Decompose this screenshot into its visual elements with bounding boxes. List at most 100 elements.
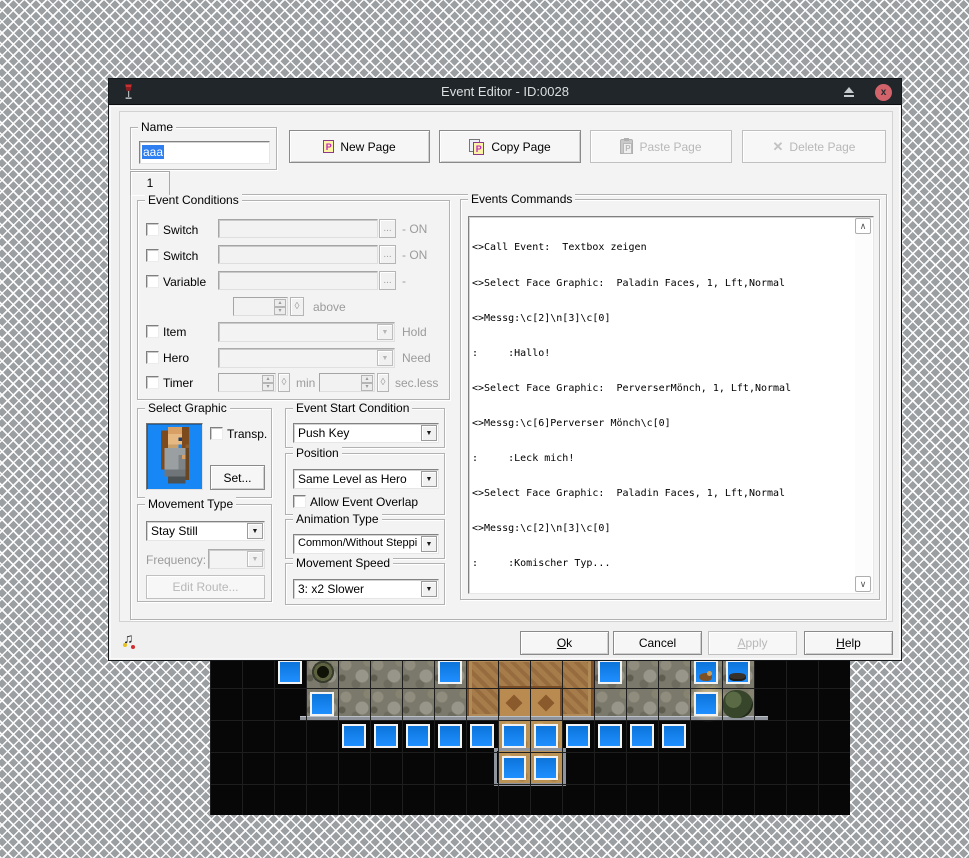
map-event-square[interactable] — [502, 724, 526, 748]
animation-type-group: Animation Type Common/Without Stepping ▼ — [285, 519, 445, 559]
combo-arrow-icon: ▼ — [247, 551, 263, 567]
help-button[interactable]: Help — [804, 631, 893, 655]
variable-field — [218, 271, 378, 290]
map-event-square[interactable] — [662, 724, 686, 748]
hero-suffix: Need — [402, 351, 431, 365]
tab-page-1[interactable]: 1 — [130, 171, 170, 195]
events-commands-list[interactable]: <>Call Event: Textbox zeigen <>Select Fa… — [468, 216, 874, 594]
timer-sec-spinner: ▴▾ — [319, 373, 375, 392]
map-event-square[interactable] — [438, 724, 462, 748]
map-event-square[interactable] — [630, 724, 654, 748]
map-event-square[interactable] — [310, 692, 334, 716]
timer-checkbox[interactable] — [146, 376, 159, 389]
map-event-square[interactable] — [598, 724, 622, 748]
map-event-square[interactable] — [534, 724, 558, 748]
new-page-label: New Page — [340, 140, 395, 154]
transparent-label: Transp. — [227, 427, 267, 441]
scroll-down-icon[interactable]: ∨ — [855, 576, 871, 592]
frequency-combo: ▼ — [208, 549, 265, 569]
variable-checkbox[interactable] — [146, 275, 159, 288]
spin-down-icon: ▾ — [274, 307, 286, 315]
variable-browse-button: ... — [379, 271, 396, 290]
movement-speed-combo[interactable]: 3: x2 Slower ▼ — [293, 579, 439, 599]
switch2-checkbox[interactable] — [146, 249, 159, 262]
timer-label: Timer — [163, 376, 193, 390]
window-title: Event Editor - ID:0028 — [109, 84, 901, 99]
map-event-square[interactable] — [566, 724, 590, 748]
combo-arrow-icon: ▼ — [377, 350, 393, 366]
map-event-square[interactable] — [278, 660, 302, 684]
apply-button: Apply — [708, 631, 797, 655]
movement-type-group: Movement Type Stay Still ▼ Frequency: ▼ … — [137, 504, 272, 602]
eject-triangle-icon[interactable] — [843, 87, 855, 97]
edit-route-button: Edit Route... — [146, 575, 265, 599]
animation-type-combo[interactable]: Common/Without Stepping ▼ — [293, 534, 439, 554]
close-icon[interactable]: x — [875, 84, 892, 101]
titlebar[interactable]: Event Editor - ID:0028 x — [109, 79, 901, 105]
allow-overlap-checkbox[interactable] — [293, 495, 306, 508]
timer-min-label: min — [296, 376, 315, 390]
music-note-icon: ♫ — [123, 630, 141, 650]
item-suffix: Hold — [402, 325, 427, 339]
events-commands-group: Events Commands <>Call Event: Textbox ze… — [460, 199, 880, 600]
map-event-square[interactable] — [598, 660, 622, 684]
map-event-square[interactable] — [374, 724, 398, 748]
copy-page-button[interactable]: P Copy Page — [439, 130, 581, 163]
map-event-square[interactable] — [438, 660, 462, 684]
copy-page-label: Copy Page — [491, 140, 550, 154]
timer-sec-label: sec.less — [395, 376, 438, 390]
scroll-up-icon[interactable]: ∧ — [855, 218, 871, 234]
copy-page-icon: P — [469, 139, 485, 155]
variable-value-suffix: above — [313, 300, 346, 314]
position-combo[interactable]: Same Level as Hero ▼ — [293, 469, 439, 489]
event-start-condition-group: Event Start Condition Push Key ▼ — [285, 408, 445, 448]
combo-arrow-icon: ▼ — [421, 581, 437, 597]
switch2-field — [218, 245, 378, 264]
timer-min-diamond-button: ◊ — [278, 373, 290, 392]
map-event-square[interactable] — [534, 756, 558, 780]
switch1-checkbox[interactable] — [146, 223, 159, 236]
select-graphic-label: Select Graphic — [145, 401, 230, 415]
movement-speed-label: Movement Speed — [293, 556, 393, 570]
transparent-checkbox[interactable] — [210, 427, 223, 440]
switch2-label: Switch — [163, 249, 198, 263]
variable-value-diamond-button: ◊ — [290, 297, 304, 316]
switch1-browse-button: ... — [379, 219, 396, 238]
variable-label: Variable — [163, 275, 206, 289]
graphic-preview[interactable] — [146, 423, 203, 490]
new-page-icon: P — [323, 140, 334, 153]
map-event-square[interactable] — [726, 660, 750, 684]
events-commands-label: Events Commands — [468, 192, 575, 206]
movement-type-combo[interactable]: Stay Still ▼ — [146, 521, 265, 541]
variable-suffix: - — [402, 274, 406, 288]
switch1-field — [218, 219, 378, 238]
map-event-square[interactable] — [342, 724, 366, 748]
event-conditions-group: Event Conditions Switch ... - ON Switch … — [137, 200, 450, 400]
commands-scrollbar[interactable]: ∧ ∨ — [855, 218, 872, 592]
map-view[interactable] — [210, 656, 850, 815]
hero-checkbox[interactable] — [146, 351, 159, 364]
cancel-button[interactable]: Cancel — [613, 631, 702, 655]
event-editor-window: Event Editor - ID:0028 x Name aaa P New … — [108, 78, 902, 661]
new-page-button[interactable]: P New Page — [289, 130, 430, 163]
main-panel: Name aaa P New Page P Copy Page P Paste … — [119, 111, 893, 622]
map-event-square[interactable] — [470, 724, 494, 748]
map-event-square[interactable] — [694, 660, 718, 684]
hero-label: Hero — [163, 351, 189, 365]
timer-sec-diamond-button: ◊ — [377, 373, 389, 392]
variable-value-spinner: ▴▾ — [233, 297, 288, 316]
event-start-condition-combo[interactable]: Push Key ▼ — [293, 423, 439, 443]
item-checkbox[interactable] — [146, 325, 159, 338]
name-input[interactable]: aaa — [139, 141, 270, 164]
paste-page-icon: P — [620, 139, 633, 154]
map-event-square[interactable] — [694, 692, 718, 716]
combo-arrow-icon: ▼ — [421, 425, 437, 441]
timer-min-spinner: ▴▾ — [218, 373, 276, 392]
set-graphic-button[interactable]: Set... — [210, 465, 265, 490]
movement-speed-group: Movement Speed 3: x2 Slower ▼ — [285, 563, 445, 605]
ok-button[interactable]: Ok — [520, 631, 609, 655]
map-event-square[interactable] — [502, 756, 526, 780]
map-event-square[interactable] — [406, 724, 430, 748]
spin-up-icon: ▴ — [274, 299, 286, 307]
event-start-condition-label: Event Start Condition — [293, 401, 412, 415]
